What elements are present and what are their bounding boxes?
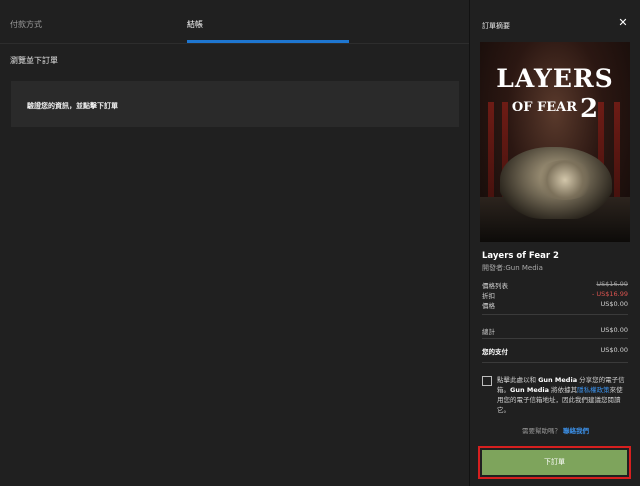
discount-label: 折扣 <box>482 292 495 300</box>
review-text: 驗證您的資訊，並點擊下訂單 <box>27 102 118 110</box>
help-text: 需要幫助嗎？ <box>521 427 561 435</box>
publisher: 開發者:Gun Media <box>482 264 543 272</box>
total-label: 您的支付 <box>482 348 508 356</box>
game-title: Layers of Fear 2 <box>482 251 559 261</box>
tab-checkout[interactable]: 結帳 <box>187 0 203 43</box>
place-order-button[interactable]: 下訂單 <box>482 450 627 475</box>
subtotal-label: 總計 <box>482 328 495 336</box>
checkout-panel: 付款方式 結帳 瀏覽並下訂單 驗證您的資訊，並點擊下訂單 <box>0 0 469 486</box>
price-list-label: 價格列表 <box>482 282 508 290</box>
privacy-policy-link[interactable]: 隱私權政策 <box>577 386 610 394</box>
order-summary-panel: 訂單摘要 ✕ LAYERS OF FEAR 2 Layers of Fear 2 … <box>469 0 640 486</box>
price-label: 價格 <box>482 302 495 310</box>
discount-value: - US$16.99 <box>591 290 628 298</box>
price-list-row: 價格列表 US$16.99 <box>482 280 628 290</box>
divider <box>482 314 628 315</box>
close-icon[interactable]: ✕ <box>617 17 629 29</box>
subtotal-value: US$0.00 <box>600 326 629 334</box>
subtotal-row: 總計 US$0.00 <box>482 326 628 336</box>
contact-us-link[interactable]: 聯絡我們 <box>563 427 589 435</box>
cover-logo-title: LAYERS <box>496 64 614 93</box>
price-list-value: US$16.99 <box>596 280 628 288</box>
help-line: 需要幫助嗎？ 聯絡我們 <box>470 425 640 435</box>
active-tab-indicator <box>187 40 349 43</box>
divider <box>482 338 628 339</box>
total-row: 您的支付 US$0.00 <box>482 346 628 356</box>
tab-payment-method[interactable]: 付款方式 <box>10 0 42 43</box>
place-order-highlight: 下訂單 <box>478 446 631 479</box>
total-value: US$0.00 <box>600 346 629 354</box>
share-email-checkbox[interactable] <box>482 376 492 386</box>
section-title: 瀏覽並下訂單 <box>10 56 58 65</box>
divider <box>482 362 628 363</box>
review-box: 驗證您的資訊，並點擊下訂單 <box>11 81 459 127</box>
discount-row: 折扣 - US$16.99 <box>482 290 628 300</box>
share-email-consent: 點擊此處以和 Gun Media 分享您的電子信箱。Gun Media 將依據其… <box>497 376 625 414</box>
cover-logo-subtitle: OF FEAR 2 <box>511 94 599 124</box>
price-row: 價格 US$0.00 <box>482 300 628 310</box>
price-value: US$0.00 <box>600 300 629 308</box>
game-cover-image: LAYERS OF FEAR 2 <box>480 42 630 242</box>
order-summary-title: 訂單摘要 <box>482 22 510 30</box>
checkout-tabs: 付款方式 結帳 <box>0 0 469 44</box>
